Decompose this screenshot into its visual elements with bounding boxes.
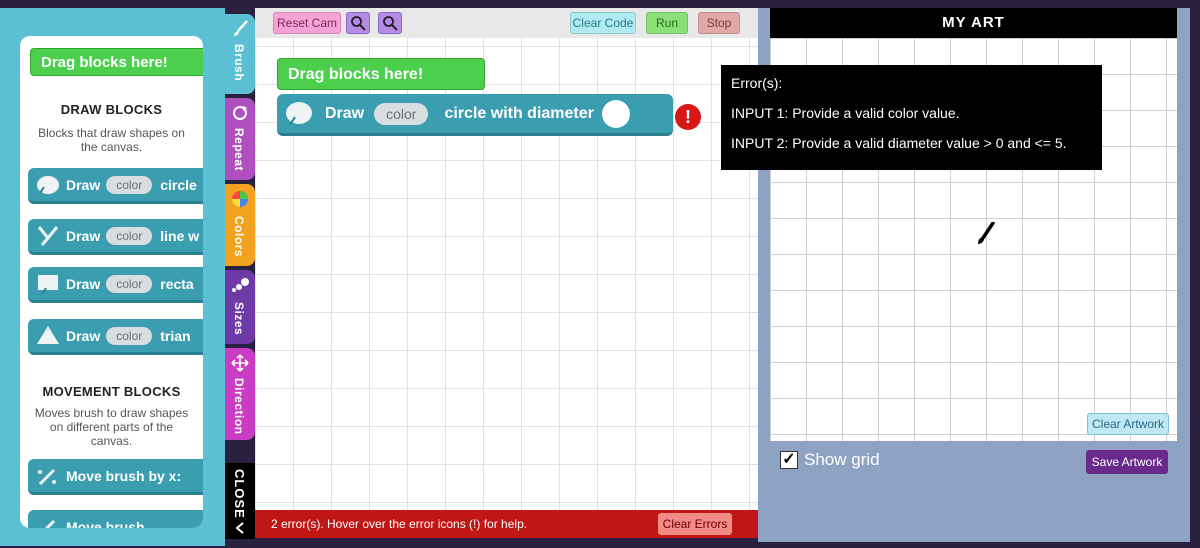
app-root: Drag blocks here! DRAW BLOCKS Blocks tha…	[0, 0, 1200, 548]
tab-brush[interactable]: Brush	[225, 14, 255, 94]
error-icon[interactable]: !	[675, 104, 701, 130]
palette-block-label: Draw	[66, 275, 101, 292]
palette-block-label: Draw	[66, 327, 101, 344]
palette-block-draw-line[interactable]: Draw color line w	[28, 219, 203, 255]
movement-blocks-description: Moves brush to draw shapes on different …	[34, 406, 189, 448]
circle-shape-icon	[286, 101, 312, 126]
palette-color-param: color	[106, 326, 153, 345]
stop-button[interactable]: Stop	[698, 12, 740, 34]
tab-label: Repeat	[232, 128, 246, 172]
palette-block-label: Move brush	[66, 518, 145, 529]
tab-repeat[interactable]: Repeat	[225, 98, 255, 180]
palette-block-label: Draw	[66, 227, 101, 244]
show-grid-label: Show grid	[804, 450, 880, 469]
clear-errors-button[interactable]: Clear Errors	[658, 513, 732, 535]
clear-artwork-button[interactable]: Clear Artwork	[1087, 413, 1169, 435]
line-shape-icon	[37, 225, 59, 246]
triangle-shape-icon	[37, 325, 59, 344]
movement-blocks-title: MOVEMENT BLOCKS	[42, 384, 181, 399]
save-artwork-button[interactable]: Save Artwork	[1086, 450, 1168, 474]
code-workspace[interactable]: Reset Cam Clear Code Run Stop Drag block…	[255, 8, 758, 538]
tab-direction[interactable]: Direction	[225, 348, 255, 440]
palette-color-param: color	[106, 226, 153, 245]
reset-cam-button[interactable]: Reset Cam	[273, 12, 341, 34]
palette-color-param: color	[106, 175, 153, 194]
palette-block-tail: trian	[160, 327, 191, 344]
circle-shape-icon	[37, 175, 59, 194]
palette-color-param: color	[106, 274, 153, 293]
palette-block-draw-triangle[interactable]: Draw color trian	[28, 319, 203, 355]
brush-icon	[234, 20, 248, 36]
rectangle-shape-icon	[38, 274, 58, 295]
workspace-toolbar: Reset Cam Clear Code Run Stop	[255, 8, 758, 38]
chevron-left-icon	[235, 522, 244, 534]
error-status-bar: 2 error(s). Hover over the error icons (…	[255, 510, 758, 538]
color-wheel-icon	[232, 191, 248, 207]
repeat-icon	[233, 106, 247, 120]
sizes-icon	[232, 278, 249, 292]
show-grid-toggle[interactable]: ✓ Show grid	[780, 448, 880, 472]
tab-sizes[interactable]: Sizes	[225, 270, 255, 344]
tab-label: CLOSE	[232, 469, 247, 519]
workspace-start-block[interactable]: Drag blocks here!	[277, 58, 485, 90]
palette-drag-hint: Drag blocks here!	[30, 48, 203, 76]
tab-label: Direction	[232, 378, 246, 435]
block-text: circle with diameter	[444, 104, 594, 122]
move-brush-icon	[38, 468, 56, 485]
error-tooltip-line: INPUT 1: Provide a valid color value.	[731, 105, 960, 121]
tab-label: Colors	[232, 216, 246, 258]
color-input-slot[interactable]: color	[374, 102, 429, 125]
run-button[interactable]: Run	[646, 12, 688, 34]
palette-block-draw-rectangle[interactable]: Draw color recta	[28, 267, 203, 303]
palette-block-move-brush-by[interactable]: Move brush by x:	[28, 459, 203, 495]
palette-block-label: Move brush by x:	[66, 467, 182, 484]
zoom-out-icon	[383, 16, 398, 31]
close-drawer-button[interactable]: CLOSE	[225, 463, 255, 539]
direction-arrows-icon	[231, 354, 249, 372]
palette-block-tail: recta	[160, 275, 194, 292]
zoom-in-button[interactable]	[346, 12, 370, 34]
error-tooltip-line: INPUT 2: Provide a valid diameter value …	[731, 135, 1067, 151]
palette-block-tail: circle	[160, 176, 197, 193]
clear-code-button[interactable]: Clear Code	[570, 12, 636, 34]
tab-label: Brush	[232, 44, 246, 82]
tab-colors[interactable]: Colors	[225, 184, 255, 266]
workspace-draw-circle-block[interactable]: Draw color circle with diameter	[277, 94, 673, 136]
error-message: 2 error(s). Hover over the error icons (…	[271, 517, 528, 531]
error-tooltip-heading: Error(s):	[731, 75, 783, 91]
error-tooltip: Error(s): INPUT 1: Provide a valid color…	[721, 65, 1102, 170]
category-tabs: Brush Repeat Colors Sizes Direction CLOS…	[225, 8, 255, 539]
tab-label: Sizes	[232, 302, 246, 336]
draw-blocks-title: DRAW BLOCKS	[60, 102, 163, 117]
block-palette: Drag blocks here! DRAW BLOCKS Blocks tha…	[0, 8, 225, 546]
move-brush-icon	[44, 519, 56, 528]
draw-blocks-description: Blocks that draw shapes on the canvas.	[38, 126, 185, 154]
brush-cursor-icon	[978, 222, 995, 244]
palette-block-draw-circle[interactable]: Draw color circle	[28, 168, 203, 204]
block-label: Draw	[325, 104, 365, 122]
show-grid-checkbox[interactable]: ✓	[780, 451, 798, 469]
zoom-out-button[interactable]	[378, 12, 402, 34]
palette-scroll-area[interactable]: Drag blocks here! DRAW BLOCKS Blocks tha…	[20, 36, 203, 528]
art-title: MY ART	[770, 8, 1177, 38]
diameter-input-slot[interactable]	[601, 99, 630, 128]
zoom-in-icon	[351, 16, 366, 31]
palette-block-tail: line w	[160, 227, 200, 244]
palette-block-move-brush[interactable]: Move brush	[28, 510, 203, 528]
palette-block-label: Draw	[66, 176, 101, 193]
